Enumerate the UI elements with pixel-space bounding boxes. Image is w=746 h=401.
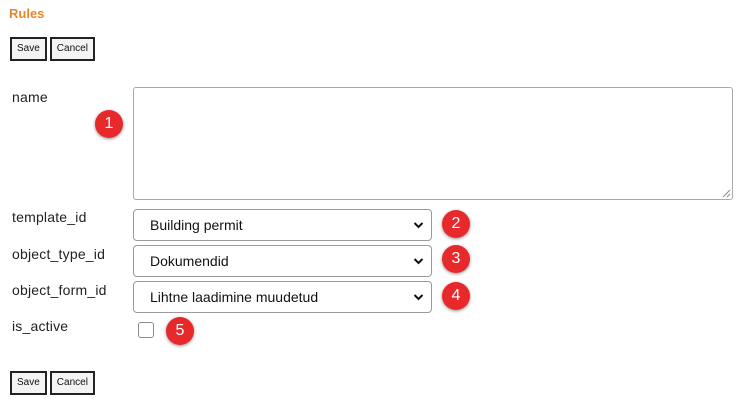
chevron-down-icon <box>413 222 424 229</box>
cancel-button[interactable]: Cancel <box>49 371 95 395</box>
save-button[interactable]: Save <box>10 371 47 395</box>
template-id-label: template_id <box>12 209 87 225</box>
object-type-id-label: object_type_id <box>12 246 106 262</box>
object-form-id-select[interactable]: Lihtne laadimine muudetud <box>133 281 432 313</box>
top-button-row: Save Cancel <box>10 37 95 61</box>
annotation-badge-1: 1 <box>95 110 123 138</box>
annotation-badge-5: 5 <box>166 317 194 345</box>
page-title: Rules <box>9 6 45 21</box>
object-type-id-selected-value: Dokumendid <box>150 253 229 269</box>
annotation-badge-4: 4 <box>442 282 470 310</box>
object-form-id-selected-value: Lihtne laadimine muudetud <box>150 289 319 305</box>
is-active-label: is_active <box>12 318 69 334</box>
annotation-badge-2: 2 <box>442 210 470 238</box>
name-label: name <box>12 89 48 105</box>
object-form-id-label: object_form_id <box>12 282 107 298</box>
template-id-select[interactable]: Building permit <box>133 209 432 241</box>
chevron-down-icon <box>413 258 424 265</box>
cancel-button[interactable]: Cancel <box>49 37 95 61</box>
is-active-checkbox[interactable] <box>138 322 154 338</box>
annotation-badge-3: 3 <box>442 245 470 273</box>
chevron-down-icon <box>413 294 424 301</box>
template-id-selected-value: Building permit <box>150 217 243 233</box>
name-textarea[interactable] <box>133 87 733 200</box>
save-button[interactable]: Save <box>10 37 47 61</box>
object-type-id-select[interactable]: Dokumendid <box>133 245 432 277</box>
bottom-button-row: Save Cancel <box>10 371 95 395</box>
